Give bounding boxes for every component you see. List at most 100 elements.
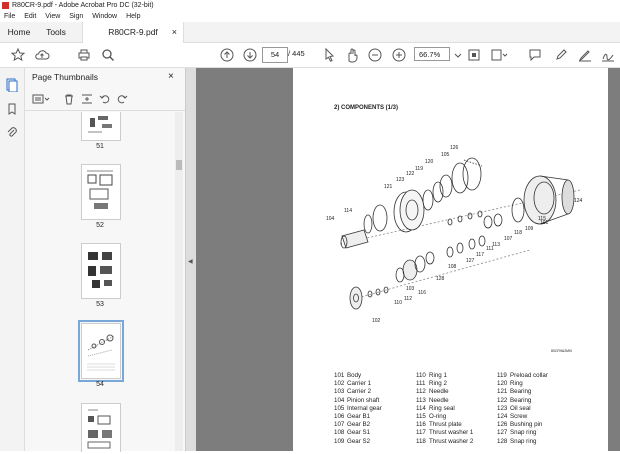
- comment-icon[interactable]: [527, 47, 543, 63]
- menu-help[interactable]: Help: [126, 11, 140, 22]
- callout-113: 113: [492, 242, 500, 248]
- collapse-arrow-icon[interactable]: ◀: [188, 258, 193, 265]
- part-row: 105 Internal gear: [334, 404, 382, 412]
- delete-page-icon[interactable]: [63, 93, 75, 105]
- callout-103: 103: [406, 286, 415, 292]
- tab-bar: Home Tools R80CR-9.pdf ×: [0, 22, 620, 43]
- hand-tool-icon[interactable]: [344, 47, 360, 63]
- parts-list-column-3: 119 Preload collar 120 Ring 121 Bearing 122…: [497, 372, 548, 446]
- exploded-view-diagram: 126 105 120 119 122 123 121 114 104 102 …: [326, 145, 583, 324]
- thumbnail-page-54[interactable]: [78, 320, 124, 382]
- thumbnail-scrollbar[interactable]: [175, 112, 183, 451]
- part-row: 114 Ring seal: [416, 404, 455, 412]
- callout-118: 118: [514, 230, 522, 236]
- parts-list-column-1: 101 Body 102 Carrier 1 103 Carrier 2 104 Pin…: [334, 372, 382, 446]
- part-row: 104 Pinion shaft: [334, 396, 380, 404]
- menu-window[interactable]: Window: [92, 11, 117, 22]
- callout-104: 104: [326, 216, 335, 222]
- callout-109: 109: [525, 226, 534, 232]
- navigation-strip: [0, 68, 25, 451]
- bookmark-icon[interactable]: [5, 102, 19, 116]
- part-row: 127 Snap ring: [497, 429, 537, 437]
- zoom-dropdown-chevron-icon[interactable]: [453, 47, 463, 63]
- parts-list-column-2: 110 Ring 1 111 Ring 2 112 Needle 113 Needle …: [416, 372, 473, 446]
- part-row: 123 Oil seal: [497, 404, 531, 412]
- callout-120: 120: [425, 159, 434, 165]
- thumbnail-label-54: 54: [96, 381, 104, 388]
- close-panel-icon[interactable]: ×: [168, 71, 174, 82]
- thumbnail-options-icon[interactable]: [32, 93, 50, 105]
- part-row: 124 Screw: [497, 413, 528, 421]
- menu-edit[interactable]: Edit: [24, 11, 36, 22]
- menu-view[interactable]: View: [45, 11, 60, 22]
- callout-124: 124: [574, 198, 583, 204]
- part-row: 103 Carrier 2: [334, 388, 372, 396]
- scrollbar-thumb[interactable]: [176, 160, 182, 170]
- print-icon[interactable]: [76, 47, 92, 63]
- callout-105: 105: [441, 152, 450, 158]
- part-row: 107 Gear B2: [334, 421, 371, 429]
- menu-file[interactable]: File: [4, 11, 15, 22]
- sign-icon[interactable]: [600, 47, 616, 63]
- figure-id: 80CR9A2MI0: [551, 349, 573, 353]
- callout-101: 101: [540, 220, 549, 226]
- zoom-in-icon[interactable]: [391, 47, 407, 63]
- part-row: 109 Gear S2: [334, 437, 371, 445]
- callout-108: 108: [448, 264, 457, 270]
- star-icon[interactable]: [10, 47, 26, 63]
- thumbnail-page-51[interactable]: [81, 112, 121, 141]
- thumbnail-page-55[interactable]: [81, 403, 121, 452]
- fit-page-icon[interactable]: [466, 47, 482, 63]
- menu-sign[interactable]: Sign: [69, 11, 83, 22]
- page-total: / 445: [288, 49, 305, 58]
- rotate-left-icon[interactable]: [99, 93, 111, 105]
- toolbar: [0, 43, 620, 68]
- rotate-right-icon[interactable]: [116, 93, 128, 105]
- tab-home[interactable]: Home: [0, 22, 38, 42]
- thumbnail-page-53[interactable]: [81, 243, 121, 299]
- cloud-upload-icon[interactable]: [34, 47, 50, 63]
- next-page-icon[interactable]: [242, 47, 258, 63]
- part-row: 116 Thrust plate: [416, 421, 462, 429]
- thumbnail-label-53: 53: [96, 301, 104, 308]
- part-row: 118 Thrust washer 2: [416, 437, 474, 445]
- thumbnail-label-52: 52: [96, 222, 104, 229]
- highlight-pen-icon[interactable]: [553, 47, 569, 63]
- panel-title: Page Thumbnails: [32, 72, 98, 82]
- search-icon[interactable]: [100, 47, 116, 63]
- window-title: R80CR-9.pdf - Adobe Acrobat Pro DC (32-b…: [12, 2, 154, 9]
- callout-127: 127: [466, 258, 475, 264]
- zoom-level-field[interactable]: 66.7%: [414, 47, 450, 61]
- scroll-mode-icon[interactable]: [490, 47, 508, 63]
- tab-document[interactable]: R80CR-9.pdf ×: [82, 22, 184, 43]
- insert-page-icon[interactable]: [81, 93, 93, 105]
- page-number-input[interactable]: 54: [262, 47, 288, 63]
- part-row: 117 Thrust washer 1: [416, 429, 474, 437]
- callout-122: 122: [406, 171, 415, 177]
- close-tab-icon[interactable]: ×: [172, 22, 177, 42]
- callout-128: 128: [436, 276, 445, 282]
- page-thumbnails-icon[interactable]: [5, 78, 19, 92]
- part-row: 102 Carrier 1: [334, 380, 372, 388]
- tab-tools[interactable]: Tools: [38, 22, 74, 42]
- section-title: 2) COMPONENTS (1/3): [334, 105, 399, 111]
- part-row: 112 Needle: [416, 388, 449, 396]
- callout-107: 107: [504, 236, 513, 242]
- callout-102: 102: [372, 318, 381, 324]
- part-row: 101 Body: [334, 372, 362, 379]
- attachment-icon[interactable]: [5, 126, 19, 140]
- part-row: 128 Snap ring: [497, 437, 537, 445]
- thumbnail-page-52[interactable]: [81, 164, 121, 220]
- select-cursor-icon[interactable]: [321, 47, 337, 63]
- callout-110: 110: [394, 300, 402, 306]
- previous-page-icon[interactable]: [219, 47, 235, 63]
- panel-toolbar: [25, 88, 185, 111]
- part-row: 122 Bearing: [497, 396, 532, 404]
- part-row: 113 Needle: [416, 396, 449, 404]
- part-row: 121 Bearing: [497, 388, 532, 396]
- callout-112: 112: [404, 296, 412, 302]
- draw-icon[interactable]: [577, 47, 593, 63]
- callout-114: 114: [344, 208, 352, 214]
- panel-collapse-bar[interactable]: ◀: [186, 68, 196, 451]
- zoom-out-icon[interactable]: [367, 47, 383, 63]
